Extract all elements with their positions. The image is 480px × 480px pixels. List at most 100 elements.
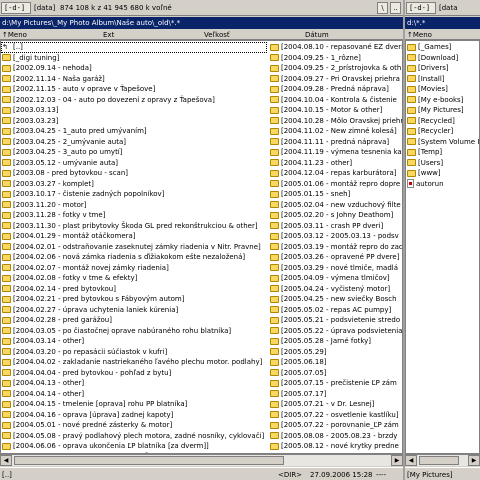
folder-item[interactable]: [2003.04.25 - 2_umývanie auta] [1, 137, 267, 148]
folder-item[interactable]: [2004.02.14 - pred bytovkou] [1, 284, 267, 295]
folder-item[interactable]: [2003.10.17 - čistenie zadných popolníko… [1, 189, 267, 200]
scroll-right-icon[interactable]: ▶ [391, 455, 403, 466]
folder-item[interactable]: [2004.02.28 - pred garážou] [1, 315, 267, 326]
folder-item[interactable]: [_Games] [406, 42, 479, 53]
folder-item[interactable]: [2003.03.27 - komplet] [1, 179, 267, 190]
folder-item[interactable]: [2005.05.22 - úprava podsvietenia [269, 326, 402, 337]
folder-item[interactable]: [2005.04.25 - new sviečky Bosch [269, 294, 402, 305]
folder-item[interactable]: [2005.02.20 - s Johny Deathom] [269, 210, 402, 221]
right-scroll-left-icon[interactable]: ◀ [405, 455, 417, 466]
folder-item[interactable]: [2005.08.08 - 2005.08.23 - brzdy [269, 431, 402, 442]
folder-item[interactable]: [2005.07.15 - prečistenie ĽP zám [269, 378, 402, 389]
folder-item[interactable]: [2005.07.21 - v Dr. Lesnej] [269, 399, 402, 410]
folder-item[interactable]: [2004.12.04 - repas karburátora] [269, 168, 402, 179]
folder-item[interactable]: [2004.06.19 - plagát v garáži & nová ŠPZ… [1, 452, 267, 454]
folder-item[interactable]: [2004.02.07 - montáž novej zámky riadeni… [1, 263, 267, 274]
folder-item[interactable]: [2005.03.26 - opravené PP dvere] [269, 252, 402, 263]
folder-item[interactable]: [Download] [406, 53, 479, 64]
folder-item[interactable]: [2004.02.27 - úprava uchytenia laniek kú… [1, 305, 267, 316]
folder-item[interactable]: [2004.05.01 - nové predné zásterky & mot… [1, 420, 267, 431]
folder-item[interactable]: [2005.05.28 - Jarné fotky] [269, 336, 402, 347]
col-name-header[interactable]: ↑Meno [2, 30, 27, 39]
folder-item[interactable]: [Users] [406, 158, 479, 169]
folder-item[interactable]: [2004.01.29 - montáž otáčkomera] [1, 231, 267, 242]
right-drive-select[interactable]: [-d-] [406, 2, 436, 14]
parent-dir-item[interactable]: ↰ [..] [1, 42, 267, 53]
right-scroll-thumb[interactable] [419, 456, 459, 465]
folder-item[interactable]: [2003.03.23] [1, 116, 267, 127]
folder-item[interactable]: [2005.01.06 - montáž repro dopre [269, 179, 402, 190]
folder-item[interactable]: [2004.09.28 - Predná náprava] [269, 84, 402, 95]
folder-item[interactable]: [2005.08.12 - nové krytky predne [269, 441, 402, 452]
folder-item[interactable]: [2004.04.04 - pred bytovkou - pohľad z b… [1, 368, 267, 379]
folder-item[interactable]: [2004.06.06 - oprava ukončenia ĽP blatní… [1, 441, 267, 452]
folder-item[interactable]: [2003.11.30 - plast pribytovky Škoda GL … [1, 221, 267, 232]
folder-item[interactable]: [2005.03.12 - 2005.03.13 - podsv [269, 231, 402, 242]
folder-item[interactable]: [2002.11.15 - auto v oprave v Ťapešove] [1, 84, 267, 95]
left-horizontal-scrollbar[interactable]: ◀ ▶ [0, 454, 403, 466]
folder-item[interactable]: [2005.07.22 - osvetlenie kastlíku] [269, 410, 402, 421]
folder-item[interactable]: [2002.11.14 - Naša garáž] [1, 74, 267, 85]
left-up-button[interactable]: .. [390, 2, 401, 14]
left-root-button[interactable]: \ [377, 2, 388, 14]
folder-item[interactable]: [2005.07.22 - porovnanie_ĽP zám [269, 420, 402, 431]
folder-item[interactable]: [System Volume In [406, 137, 479, 148]
left-path-bar[interactable]: d:\My Pictures\_My Photo Album\Naše auto… [0, 17, 403, 29]
folder-item[interactable]: [2004.02.01 - odstraňovanie zaseknutej z… [1, 242, 267, 253]
folder-item[interactable]: [2005.05.02 - repas AC pumpy] [269, 305, 402, 316]
folder-item[interactable]: [Install] [406, 74, 479, 85]
folder-item[interactable]: [2004.02.08 - fotky v tme & efekty] [1, 273, 267, 284]
col-date-header[interactable]: Dátum [305, 30, 329, 39]
scroll-thumb[interactable] [14, 456, 284, 465]
folder-item[interactable]: [2003.03.13] [1, 105, 267, 116]
folder-item[interactable]: [2005.05.21 - podsvietenie stredo [269, 315, 402, 326]
right-file-list[interactable]: [_Games] [Download] [Drivers] [Install] [Mov… [405, 40, 480, 454]
folder-item[interactable]: [2005.01.15 - sneh] [269, 189, 402, 200]
right-scroll-right-icon[interactable]: ▶ [468, 455, 480, 466]
left-drive-select[interactable]: [-d-] [1, 2, 31, 14]
folder-item[interactable]: [2005.05.29] [269, 347, 402, 358]
folder-item[interactable]: [Recycler] [406, 126, 479, 137]
scroll-left-icon[interactable]: ◀ [0, 455, 12, 466]
folder-item[interactable]: [2004.04.13 - other] [1, 378, 267, 389]
col-ext-header[interactable]: Ext [103, 30, 114, 39]
folder-item[interactable]: [2003.11.28 - fotky v tme] [1, 210, 267, 221]
folder-item[interactable]: [2004.03.05 - po čiastočnej oprave nabúr… [1, 326, 267, 337]
folder-item[interactable]: [2003.05.12 - umývanie auta] [1, 158, 267, 169]
folder-item[interactable]: [2004.08.10 - repasované EZ dveri [269, 42, 402, 53]
folder-item[interactable]: [2004.02.06 - nová zámka riadenia s ďiži… [1, 252, 267, 263]
folder-item[interactable]: [2005.07.05] [269, 368, 402, 379]
folder-item[interactable]: [2004.04.15 - tmelenie [oprava] rohu PP … [1, 399, 267, 410]
folder-item[interactable]: [2004.10.28 - Môlo Oravskej priehr [269, 116, 402, 127]
folder-item[interactable]: [2005.03.29 - nové tlmiče, madlá [269, 263, 402, 274]
folder-item[interactable]: [2005.07.17] [269, 389, 402, 400]
folder-item[interactable]: [2004.04.14 - other] [1, 389, 267, 400]
folder-item[interactable]: [2005.02.04 - new vzduchový filte [269, 200, 402, 211]
folder-item[interactable]: [2005.06.18] [269, 357, 402, 368]
right-horizontal-scrollbar[interactable]: ◀ ▶ [405, 454, 480, 466]
col-size-header[interactable]: Veľkosť [204, 30, 230, 39]
folder-item[interactable]: [2005.03.11 - crash PP dveri] [269, 221, 402, 232]
folder-item[interactable]: [Movies] [406, 84, 479, 95]
folder-item[interactable]: [2004.02.21 - pred bytovkou s Fábyovým a… [1, 294, 267, 305]
folder-item[interactable]: [2004.03.20 - po repasácii súčiastok v k… [1, 347, 267, 358]
folder-item[interactable]: [2003.04.25 - 1_auto pred umývaním] [1, 126, 267, 137]
folder-item[interactable]: [2003.11.20 - motor] [1, 200, 267, 211]
folder-item[interactable]: [2004.05.08 - pravý podlahový plech moto… [1, 431, 267, 442]
folder-item[interactable]: [2005.04.09 - výmena tlmičov] [269, 273, 402, 284]
folder-item[interactable]: [Recycled] [406, 116, 479, 127]
folder-item[interactable]: [2004.11.23 - other] [269, 158, 402, 169]
folder-item[interactable]: [My Pictures] [406, 105, 479, 116]
folder-item[interactable]: [2004.09.25 - 2_prístrojovka & oth [269, 63, 402, 74]
folder-item[interactable]: [2004.10.04 - Kontrola & čistenie [269, 95, 402, 106]
right-path-bar[interactable]: d:\*.* [405, 17, 480, 29]
folder-item[interactable]: [2004.09.25 - 1_rôzne] [269, 53, 402, 64]
folder-item[interactable]: [2002.12.03 - 04 - auto po dovezení z op… [1, 95, 267, 106]
folder-item[interactable]: [2004.11.11 - predná náprava] [269, 137, 402, 148]
file-item[interactable]: autorun [406, 179, 479, 190]
folder-item[interactable]: [2004.11.19 - výmena tesnenia kaz [269, 147, 402, 158]
folder-item[interactable]: [2003.04.25 - 3_auto po umytí] [1, 147, 267, 158]
folder-item[interactable]: [2005.03.19 - montáž repro do zad [269, 242, 402, 253]
folder-item[interactable]: [2004.10.15 - Motor & other] [269, 105, 402, 116]
folder-item[interactable]: [2005.04.24 - vyčistený motor] [269, 284, 402, 295]
